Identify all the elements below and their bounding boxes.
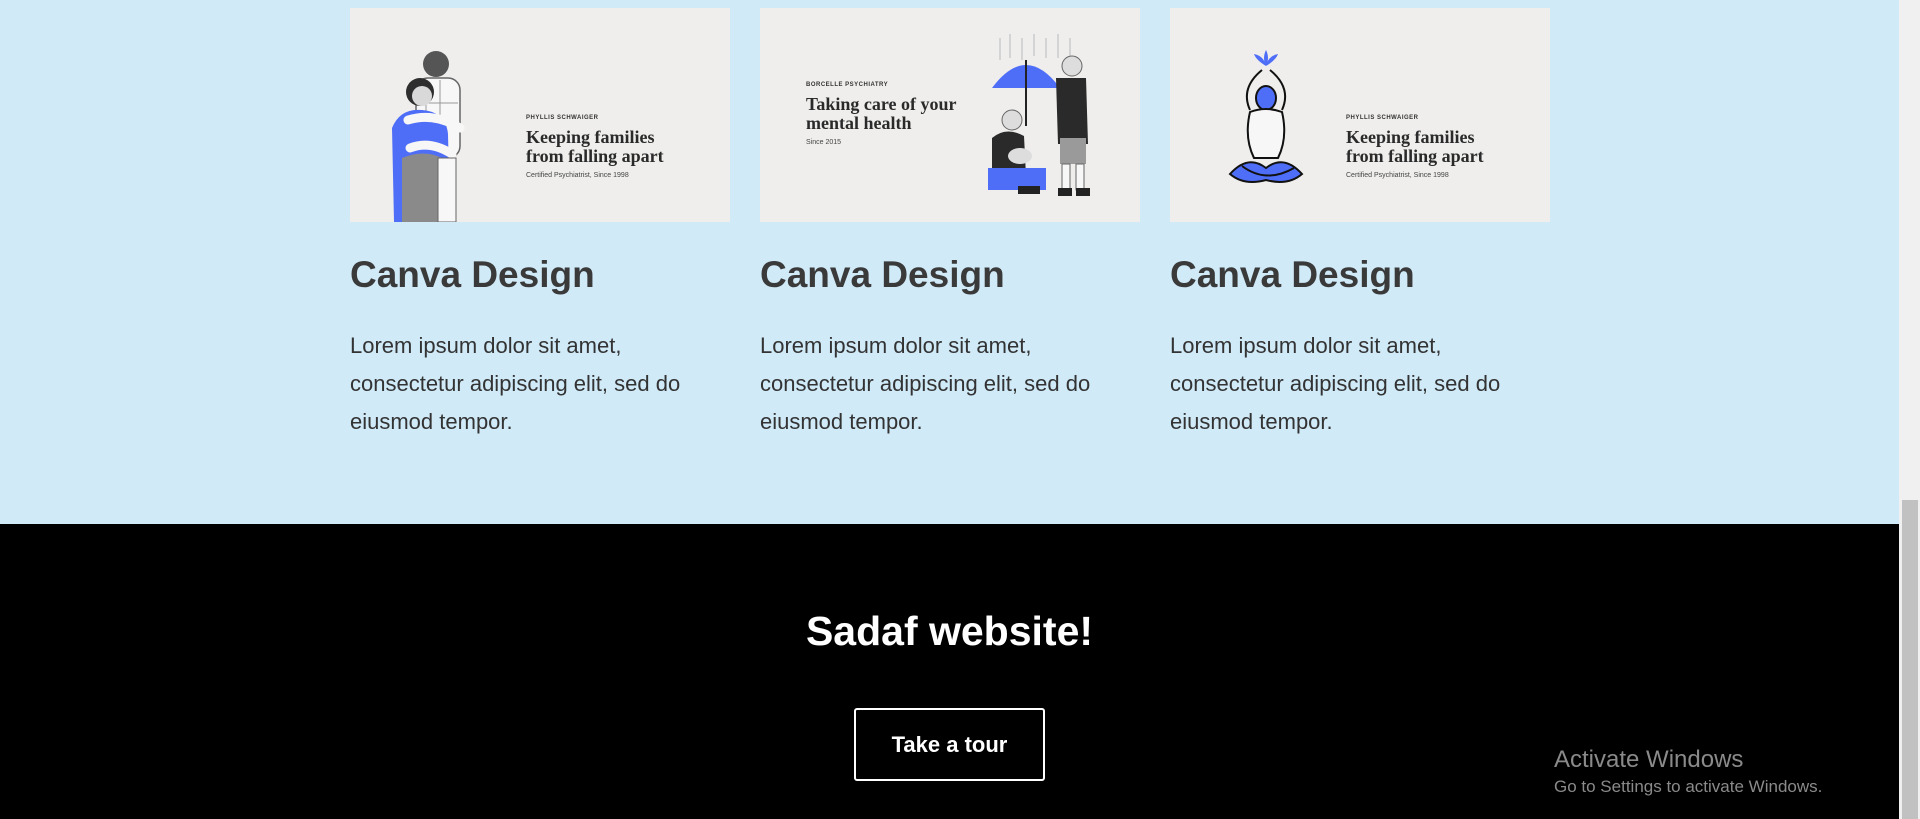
watermark-title: Activate Windows [1554,746,1744,773]
card-description: Lorem ipsum dolor sit amet, consectetur … [350,333,681,434]
thumb-headline-line2: mental health [806,113,912,133]
portfolio-card: BORCELLE PSYCHIATRY Taking care of your … [760,8,1140,441]
card-thumbnail[interactable]: PHYLLIS SCHWAIGER Keeping families from … [350,8,730,222]
portfolio-card: PHYLLIS SCHWAIGER Keeping families from … [350,8,730,441]
card-thumbnail[interactable]: BORCELLE PSYCHIATRY Taking care of your … [760,8,1140,222]
take-a-tour-button[interactable]: Take a tour [854,708,1045,781]
card-thumbnail[interactable]: PHYLLIS SCHWAIGER Keeping families from … [1170,8,1550,222]
thumb-subtitle: Certified Psychiatrist, Since 1998 [1346,172,1449,179]
card-title[interactable]: Canva Design [350,253,730,297]
card-title[interactable]: Canva Design [760,253,1140,297]
card-description: Lorem ipsum dolor sit amet, consectetur … [1170,333,1501,434]
thumb-headline-line1: Taking care of your [806,94,957,114]
page: PHYLLIS SCHWAIGER Keeping families from … [0,0,1899,819]
thumb-eyebrow: PHYLLIS SCHWAIGER [1346,115,1419,121]
thumb-headline-line2: from falling apart [526,146,664,166]
thumb-headline-line1: Keeping families [526,127,655,147]
thumb-eyebrow: PHYLLIS SCHWAIGER [526,115,599,121]
thumb-eyebrow: BORCELLE PSYCHIATRY [806,82,889,88]
thumb-headline-line1: Keeping families [1346,127,1475,147]
thumb-subtitle: Certified Psychiatrist, Since 1998 [526,172,629,179]
thumb-headline-line2: from falling apart [1346,146,1484,166]
watermark-subtitle: Go to Settings to activate Windows. [1554,777,1823,796]
portfolio-section: PHYLLIS SCHWAIGER Keeping families from … [0,0,1899,524]
windows-activation-watermark: Activate Windows Go to Settings to activ… [1554,745,1822,799]
card-title[interactable]: Canva Design [1170,253,1550,297]
scrollbar-thumb[interactable] [1902,500,1918,819]
thumb-subtitle: Since 2015 [806,139,842,146]
card-description: Lorem ipsum dolor sit amet, consectetur … [760,333,1091,434]
portfolio-card: PHYLLIS SCHWAIGER Keeping families from … [1170,8,1550,441]
footer-title: Sadaf website! [805,608,1094,654]
